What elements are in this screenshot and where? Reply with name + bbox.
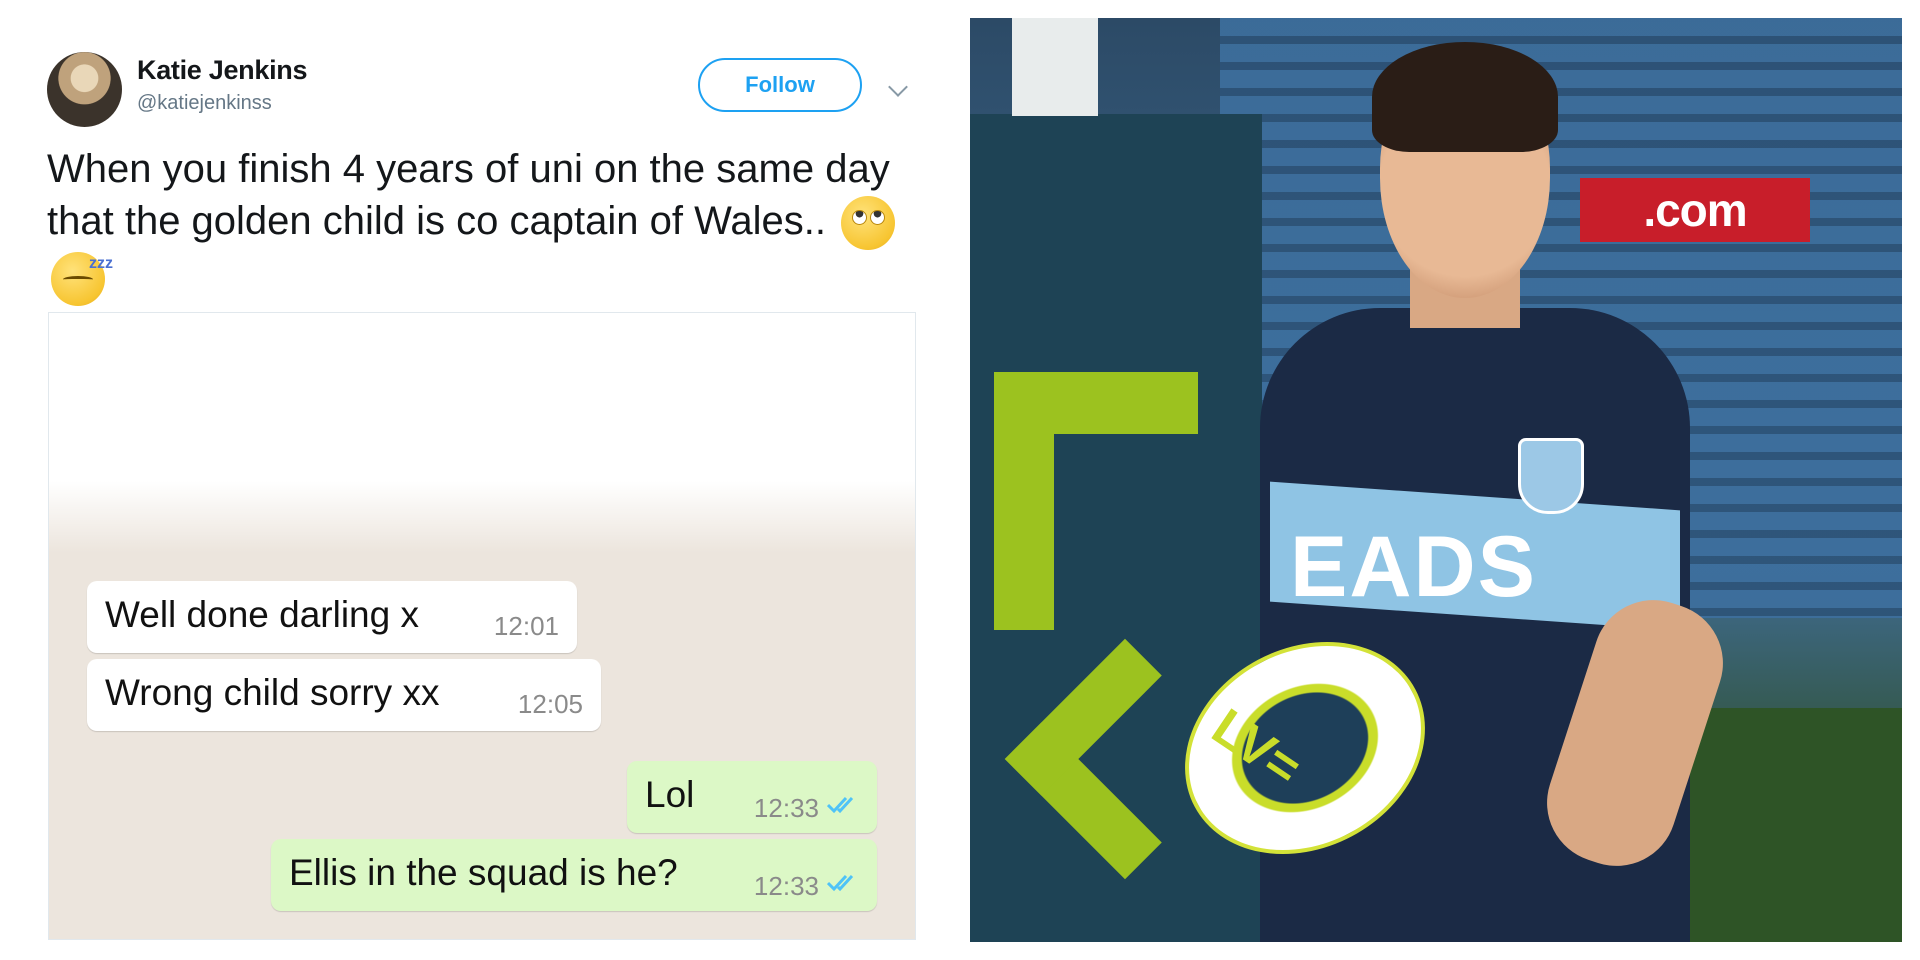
author-handle[interactable]: @katiejenkinss (137, 92, 272, 115)
message-time: 12:01 (493, 611, 559, 641)
club-crest-icon (1518, 438, 1584, 514)
message-text: Well done darling x (105, 594, 419, 635)
incoming-message: Well done darling x 12:01 (87, 581, 577, 653)
message-text: Wrong child sorry xx (105, 672, 440, 713)
outgoing-message: Lol 12:33 (627, 761, 877, 833)
double-check-icon (827, 874, 854, 892)
outgoing-message: Ellis in the squad is he? 12:33 (271, 839, 877, 911)
tweet-card: Katie Jenkins @katiejenkinss Follow When… (0, 0, 960, 960)
author-avatar[interactable] (47, 52, 122, 127)
tweet-body: When you finish 4 years of uni on the sa… (47, 147, 890, 243)
sleeping-face-icon: zzz (51, 251, 113, 306)
message-time: 12:05 (517, 689, 583, 719)
double-check-icon (827, 796, 854, 814)
incoming-message: Wrong child sorry xx 12:05 (87, 659, 601, 731)
whatsapp-screenshot[interactable]: Well done darling x 12:01 Wrong child so… (48, 312, 916, 940)
author-name[interactable]: Katie Jenkins (137, 55, 307, 86)
rugby-player-photo: .com EADS LV= (970, 18, 1902, 942)
message-text: Ellis in the squad is he? (289, 852, 678, 893)
message-text: Lol (645, 774, 695, 815)
goal-post (1012, 18, 1098, 116)
message-time: 12:33 (753, 871, 819, 901)
advertising-board: .com (1580, 178, 1810, 242)
face-with-rolling-eyes-icon (841, 196, 896, 251)
shirt-sponsor: EADS (1290, 519, 1537, 615)
follow-button[interactable]: Follow (698, 58, 862, 112)
redacted-area (49, 313, 915, 553)
tweet-text: When you finish 4 years of uni on the sa… (47, 143, 907, 306)
chevron-down-icon[interactable] (888, 77, 908, 97)
player-hair (1372, 42, 1558, 152)
message-time: 12:33 (753, 793, 819, 823)
